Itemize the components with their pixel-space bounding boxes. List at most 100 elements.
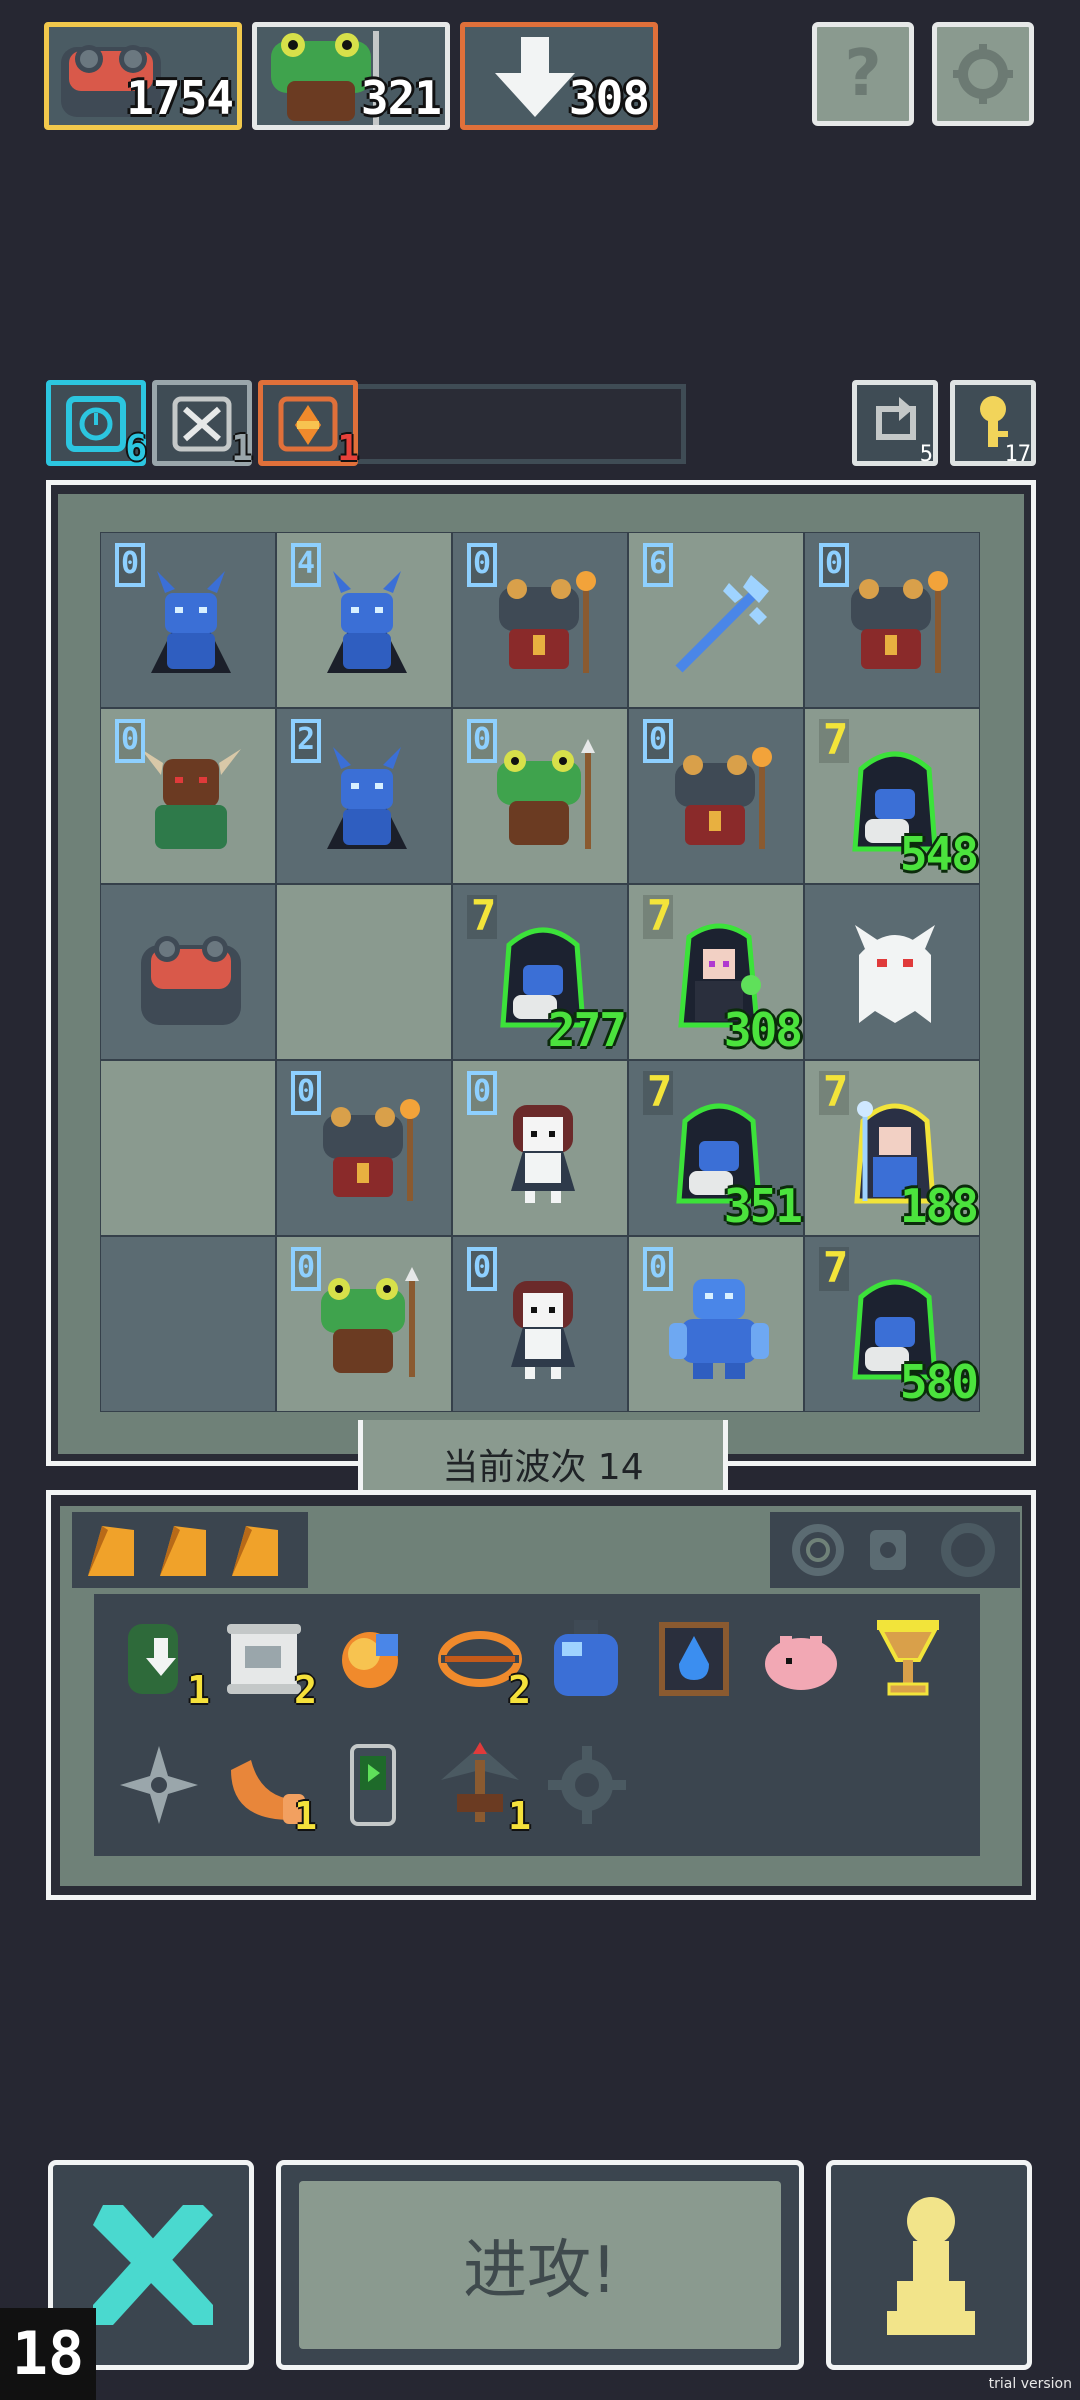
pawn-button[interactable] [826,2160,1032,2370]
resource-value: 1754 [126,71,234,125]
board-cell-red-frog[interactable] [100,884,276,1060]
green-frog-spear-icon [307,1267,427,1387]
wave-label: 当前波次 14 [442,1446,644,1488]
gear-slots [770,1512,1020,1588]
resource-card-red-frog[interactable]: 1754 [44,22,242,130]
unit-level: 0 [467,1071,497,1115]
board-cell-ice-golem[interactable]: 0 [628,1236,804,1412]
unit-hp: 277 [547,1003,627,1057]
relic-count: 1 [187,1668,210,1712]
board-cell-white-ghost[interactable] [804,884,980,1060]
resource-card-arrow[interactable]: 308 [460,22,658,130]
relic-phone[interactable] [328,1740,418,1830]
relic-flame-shell[interactable] [328,1614,418,1704]
settings-button[interactable] [932,22,1034,126]
ice-golem-icon [659,1267,779,1387]
relic-green-arrow-spirit[interactable]: 1 [114,1614,210,1712]
help-button[interactable]: ? [812,22,914,126]
unit-hp: 188 [899,1179,979,1233]
board-cell-minotaur[interactable]: 0 [100,708,276,884]
red-frog-icon [131,915,251,1035]
board-cell-blue-demon[interactable]: 4 [276,532,452,708]
board-cell-ice-trident[interactable]: 6 [628,532,804,708]
attack-label: 进攻! [463,2234,617,2308]
status-swords[interactable]: 1 [152,380,253,469]
board-cell-ice-mage-girl[interactable]: 7 188 [804,1060,980,1236]
unit-level: 0 [467,1247,497,1291]
maid-girl-icon [483,1091,603,1211]
attack-button[interactable]: 进攻! [276,2160,804,2370]
attack-button-face: 进攻! [299,2181,781,2349]
turn-counter: 18 [0,2308,96,2400]
unit-level: 0 [467,543,497,587]
board-cell-maid-girl[interactable]: 0 [452,1236,628,1412]
board-cell-green-frog-spear[interactable]: 0 [276,1236,452,1412]
relics-area: 1 2 2 1 1 [94,1594,980,1856]
unit-level: 0 [819,543,849,587]
board-cell-blue-demon[interactable]: 2 [276,708,452,884]
white-ghost-icon [835,915,955,1035]
blue-demon-icon [307,563,427,683]
board-cell-maid-girl[interactable]: 0 [452,1060,628,1236]
board-cell-hooded-reaper[interactable]: 7 351 [628,1060,804,1236]
blue-potion-icon [542,1614,632,1708]
gear-slot-icons [792,1523,995,1577]
flame-shell-icon [328,1614,418,1708]
status-fire[interactable]: 1 [258,380,359,469]
board-cell-grey-frog-mage[interactable]: 0 [276,1060,452,1236]
board-grid: 0 4 0 6 0 0 2 0 0 7 548 7 277 7 308 0 0 7 351 7 188 0 0 0 7 580 [100,532,980,1412]
board-cell-witch-girl[interactable]: 7 308 [628,884,804,1060]
board-cell-empty[interactable] [100,1060,276,1236]
ice-trident-icon [659,563,779,683]
relic-horn[interactable]: 1 [221,1740,317,1838]
unit-hp: 580 [899,1355,979,1409]
relic-pink-pig[interactable] [756,1614,846,1704]
key-count: 17 [1004,442,1032,467]
board-cell-grey-frog-mage[interactable]: 0 [804,532,980,708]
unit-level: 7 [467,895,497,939]
grey-frog-mage-icon [659,739,779,859]
board-cell-grey-frog-mage[interactable]: 0 [628,708,804,884]
fire-icon [278,396,338,452]
trial-watermark: trial version [988,2376,1072,2392]
unit-level: 0 [115,543,145,587]
unit-level: 7 [819,1247,849,1291]
relic-cog[interactable] [542,1740,632,1830]
relic-crossbow[interactable]: 1 [435,1740,531,1838]
unit-level: 6 [643,543,673,587]
cheese-slots [72,1512,308,1588]
pawn-icon [887,2197,975,2335]
key-button[interactable]: 17 [950,380,1036,467]
maid-girl-icon [483,1267,603,1387]
green-frog-spear-icon [483,739,603,859]
board-cell-empty[interactable] [276,884,452,1060]
clock-icon [66,396,126,452]
relic-golden-trophy[interactable] [863,1614,953,1704]
grey-frog-mage-icon [307,1091,427,1211]
turn-count-value: 18 [11,2319,85,2389]
unit-level: 0 [115,719,145,763]
relic-blue-potion[interactable] [542,1614,632,1704]
relic-shuriken[interactable] [114,1740,204,1830]
relic-orange-ring[interactable]: 2 [435,1614,531,1712]
board-cell-empty[interactable] [100,1236,276,1412]
board-cell-hooded-reaper[interactable]: 7 580 [804,1236,980,1412]
board-cell-grey-frog-mage[interactable]: 0 [452,532,628,708]
relic-scroll[interactable]: 2 [221,1614,317,1712]
relic-water-book[interactable] [649,1614,739,1704]
unit-level: 0 [643,719,673,763]
reroll-count: 5 [919,442,933,467]
cog-icon [542,1740,632,1834]
unit-level: 0 [291,1071,321,1115]
board-cell-hooded-reaper[interactable]: 7 277 [452,884,628,1060]
relic-count: 2 [294,1668,317,1712]
reroll-button[interactable]: 5 [852,380,938,467]
status-clock[interactable]: 6 [46,380,147,469]
resource-card-green-frog[interactable]: 321 [252,22,450,130]
board-cell-blue-demon[interactable]: 0 [100,532,276,708]
board-cell-hooded-reaper[interactable]: 7 548 [804,708,980,884]
unit-level: 7 [643,1071,673,1115]
board-cell-green-frog-spear[interactable]: 0 [452,708,628,884]
unit-level: 7 [643,895,673,939]
unit-level: 7 [819,719,849,763]
